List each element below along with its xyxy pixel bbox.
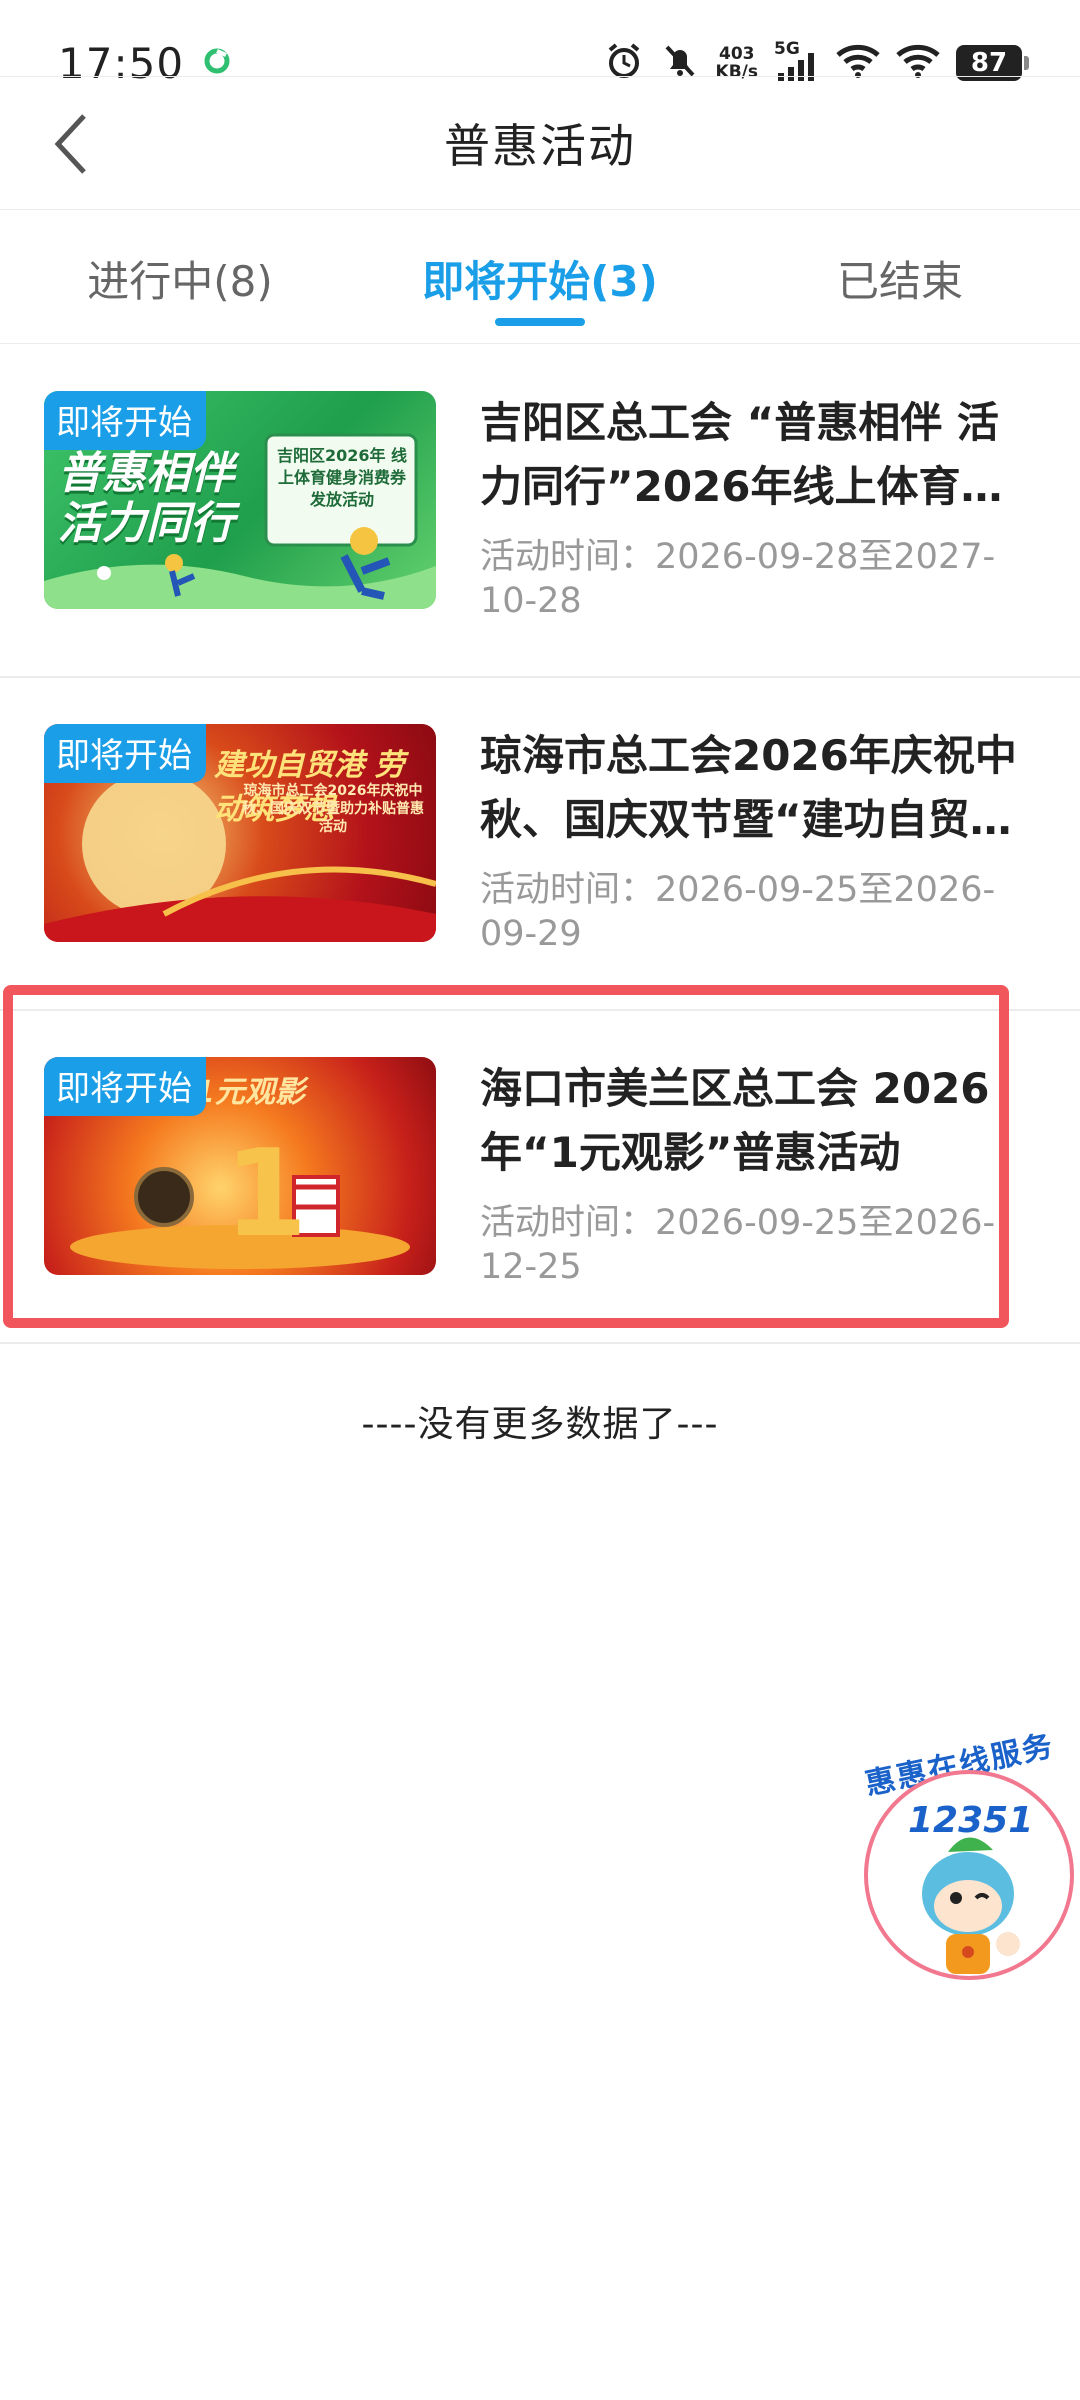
page-title: 普惠活动 (444, 119, 636, 173)
tab-active-indicator (495, 318, 585, 326)
no-more-data-label: ----没有更多数据了--- (361, 1404, 719, 1445)
activity-time: 活动时间：2026-09-25至2026-12-25 (480, 1203, 996, 1287)
thumbnail-headline: 普惠相伴 活力同行 (58, 448, 234, 549)
status-badge: 即将开始 (44, 391, 206, 450)
thumbnail-subtitle: 琼海市总工会2026年庆祝中秋、国庆双节暨助力补贴普惠活动 (242, 783, 424, 835)
network-type: 5G (774, 39, 800, 59)
svg-text:1: 1 (224, 1125, 308, 1264)
tab-ended[interactable]: 已结束 (720, 212, 1080, 344)
tab-bar: 进行中(8) 即将开始(3) 已结束 (0, 212, 1080, 344)
status-badge: 即将开始 (44, 724, 206, 783)
activity-title: 吉阳区总工会 “普惠相伴 活力同行”2026年线上体育健身消费券发放活动 (480, 398, 1003, 511)
tab-ongoing-label: 进行中(8) (87, 256, 273, 306)
activity-thumbnail: 即将开始 1 1元观影 (44, 1057, 436, 1275)
activity-time: 活动时间：2026-09-25至2026-09-29 (480, 870, 996, 954)
tab-ended-label: 已结束 (836, 256, 963, 306)
back-button[interactable] (30, 104, 110, 184)
list-item[interactable]: 即将开始 1 1元观影 海口市美兰区总工会 2026年“1元观影”普惠活动 活动… (0, 1011, 1080, 1344)
chevron-left-icon (54, 114, 86, 174)
tab-ongoing[interactable]: 进行中(8) (0, 212, 360, 344)
battery-level: 87 (970, 48, 1008, 78)
activity-thumbnail: 即将开始 建功自贸港 劳动筑梦想 琼海市总工会2026年庆祝中秋、国庆双节暨助力… (44, 724, 436, 942)
mascot-icon (922, 1837, 1020, 1974)
tab-upcoming-label: 即将开始(3) (422, 256, 658, 306)
net-speed-value: 403 (719, 44, 755, 64)
activity-title: 琼海市总工会2026年庆祝中秋、国庆双节暨“建功自贸港 劳动筑梦想”普惠活动 (480, 731, 1017, 844)
online-service-button[interactable]: 惠惠在线服务 12351 (840, 1728, 1080, 1990)
activity-time: 活动时间：2026-09-28至2027-10-28 (480, 537, 996, 621)
status-badge: 即将开始 (44, 1057, 206, 1116)
list-item[interactable]: 即将开始 建功自贸港 劳动筑梦想 琼海市总工会2026年庆祝中秋、国庆双节暨助力… (0, 678, 1080, 1011)
nav-bar: 普惠活动 (0, 76, 1080, 210)
app-notification-icon (202, 46, 232, 80)
activity-title: 海口市美兰区总工会 2026年“1元观影”普惠活动 (480, 1064, 990, 1177)
list-item[interactable]: 即将开始 普惠相伴 活力同行 吉阳区2026年 线上体育健身消费券 发放活动 吉… (0, 345, 1080, 678)
activity-thumbnail: 即将开始 普惠相伴 活力同行 吉阳区2026年 线上体育健身消费券 发放活动 (44, 391, 436, 609)
service-mascot: 12351 (864, 1770, 1074, 1980)
thumbnail-headline: 1元观影 (194, 1075, 305, 1110)
thumbnail-subtitle: 吉阳区2026年 线上体育健身消费券 发放活动 (276, 446, 408, 509)
tab-upcoming[interactable]: 即将开始(3) (360, 212, 720, 344)
